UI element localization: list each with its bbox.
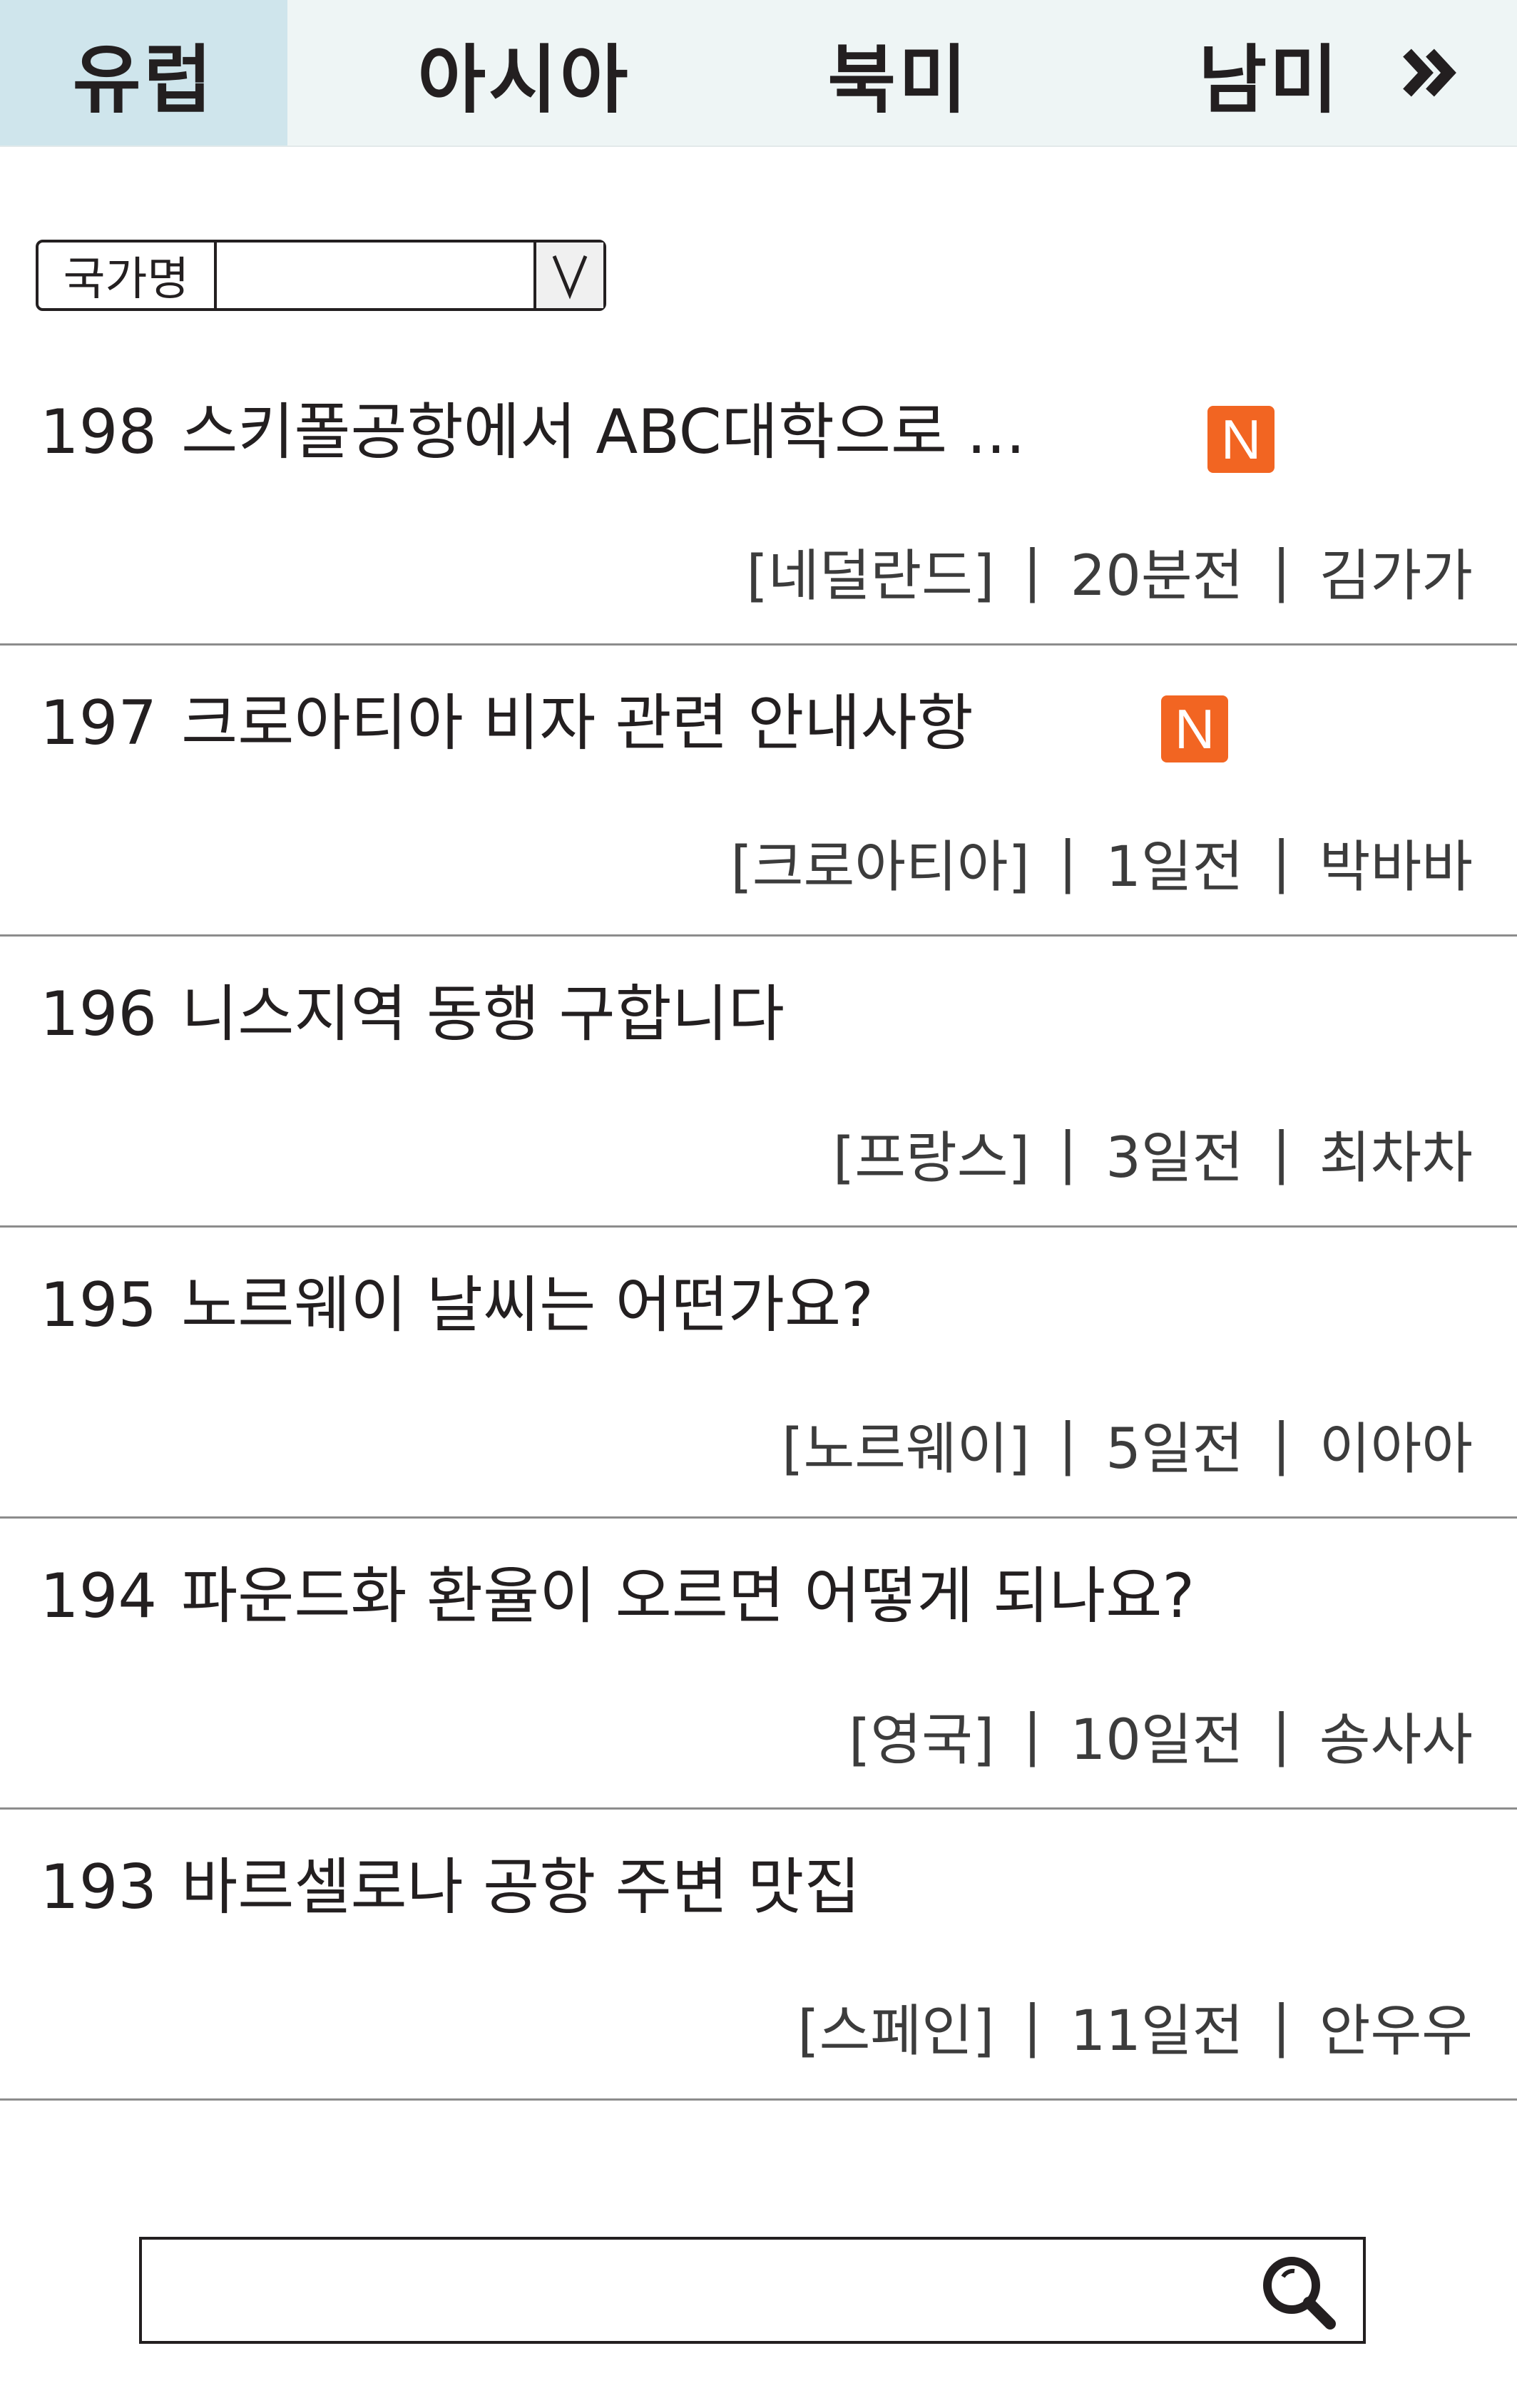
post-title[interactable]: 스키폴공항에서 ABC대학으로 ... — [181, 397, 1025, 468]
post-meta: [영국] | 10일전 | 송사사 — [849, 1695, 1473, 1775]
search-input[interactable] — [156, 2254, 1243, 2327]
post-author: 이아아 — [1319, 1417, 1473, 1481]
meta-separator: | — [1023, 1703, 1042, 1767]
post-meta: [스페인] | 11일전 | 안우우 — [797, 1986, 1473, 2066]
post-title[interactable]: 노르웨이 날씨는 어떤가요? — [181, 1270, 874, 1341]
meta-separator: | — [1058, 1121, 1078, 1185]
search-bar — [139, 2237, 1366, 2344]
post-time: 5일전 — [1105, 1417, 1244, 1481]
post-time: 3일전 — [1105, 1126, 1244, 1190]
chevron-down-icon — [552, 255, 588, 300]
post-meta: [프랑스] | 3일전 | 최차차 — [833, 1113, 1473, 1193]
post-author: 박바바 — [1319, 835, 1473, 899]
post-title[interactable]: 파운드화 환율이 오르면 어떻게 되나요? — [181, 1561, 1195, 1632]
meta-separator: | — [1023, 539, 1042, 603]
post-title-line[interactable]: 193 바르셀로나 공항 주변 맛집 — [40, 1837, 861, 1926]
post-country: [네덜란드] — [746, 544, 995, 608]
list-item[interactable]: 197 크로아티아 비자 관련 안내사항 N [크로아티아] | 1일전 | 박바… — [0, 646, 1517, 937]
dropdown-arrow-button[interactable] — [533, 243, 603, 308]
country-select[interactable]: 국가명 — [36, 240, 606, 311]
post-country: [노르웨이] — [782, 1417, 1030, 1481]
list-item[interactable]: 196 니스지역 동행 구합니다 [프랑스] | 3일전 | 최차차 — [0, 937, 1517, 1228]
tab-europe[interactable]: 유럽 — [0, 0, 287, 146]
post-time: 11일전 — [1070, 1999, 1244, 2063]
post-title[interactable]: 바르셀로나 공항 주변 맛집 — [181, 1852, 860, 1923]
post-number: 197 — [40, 688, 158, 759]
meta-separator: | — [1272, 539, 1291, 603]
post-title-line[interactable]: 197 크로아티아 비자 관련 안내사항 — [40, 673, 974, 762]
post-number: 193 — [40, 1852, 158, 1923]
search-icon[interactable] — [1259, 2253, 1337, 2331]
new-badge: N — [1207, 406, 1275, 473]
post-time: 20분전 — [1070, 544, 1244, 608]
country-select-value[interactable] — [217, 243, 571, 308]
post-number: 195 — [40, 1270, 158, 1341]
post-author: 안우우 — [1319, 1999, 1473, 2063]
post-author: 김가가 — [1319, 544, 1473, 608]
region-tab-bar: 유럽 아시아 북미 남미 — [0, 0, 1517, 147]
meta-separator: | — [1272, 1703, 1291, 1767]
post-meta: [노르웨이] | 5일전 | 이아아 — [782, 1404, 1473, 1484]
post-title[interactable]: 크로아티아 비자 관련 안내사항 — [181, 688, 974, 759]
list-item[interactable]: 195 노르웨이 날씨는 어떤가요? [노르웨이] | 5일전 | 이아아 — [0, 1228, 1517, 1519]
meta-separator: | — [1272, 1412, 1291, 1476]
post-title[interactable]: 니스지역 동행 구합니다 — [181, 979, 785, 1050]
new-badge: N — [1161, 695, 1228, 762]
post-time: 1일전 — [1105, 835, 1244, 899]
double-chevron-right-icon — [1403, 49, 1456, 97]
meta-separator: | — [1058, 1412, 1078, 1476]
country-select-label: 국가명 — [39, 243, 217, 308]
post-country: [영국] — [848, 1708, 995, 1772]
meta-separator: | — [1272, 1121, 1291, 1185]
post-country: [프랑스] — [832, 1126, 1030, 1190]
meta-separator: | — [1023, 1994, 1042, 2058]
meta-separator: | — [1272, 1994, 1291, 2058]
post-title-line[interactable]: 195 노르웨이 날씨는 어떤가요? — [40, 1255, 874, 1344]
post-time: 10일전 — [1070, 1708, 1244, 1772]
post-country: [크로아티아] — [730, 835, 1030, 899]
post-author: 송사사 — [1319, 1708, 1473, 1772]
post-meta: [네덜란드] | 20분전 | 김가가 — [746, 531, 1473, 611]
post-number: 198 — [40, 397, 158, 468]
tab-south-america[interactable]: 남미 — [1127, 0, 1412, 146]
list-item[interactable]: 194 파운드화 환율이 오르면 어떻게 되나요? [영국] | 10일전 | 송… — [0, 1519, 1517, 1810]
post-title-line[interactable]: 196 니스지역 동행 구합니다 — [40, 964, 785, 1053]
meta-separator: | — [1272, 830, 1291, 894]
list-item[interactable]: 198 스키폴공항에서 ABC대학으로 ... N [네덜란드] | 20분전 |… — [0, 354, 1517, 646]
tab-asia[interactable]: 아시아 — [357, 0, 692, 146]
post-title-line[interactable]: 198 스키폴공항에서 ABC대학으로 ... — [40, 382, 1026, 471]
post-meta: [크로아티아] | 1일전 | 박바바 — [730, 822, 1473, 902]
post-title-line[interactable]: 194 파운드화 환율이 오르면 어떻게 되나요? — [40, 1546, 1195, 1635]
tab-north-america[interactable]: 북미 — [756, 0, 1041, 146]
meta-separator: | — [1058, 830, 1078, 894]
list-item[interactable]: 193 바르셀로나 공항 주변 맛집 [스페인] | 11일전 | 안우우 — [0, 1810, 1517, 2101]
post-number: 196 — [40, 979, 158, 1050]
more-tabs-button[interactable] — [1401, 47, 1459, 98]
post-author: 최차차 — [1319, 1126, 1473, 1190]
post-number: 194 — [40, 1561, 158, 1632]
post-country: [스페인] — [797, 1999, 995, 2063]
